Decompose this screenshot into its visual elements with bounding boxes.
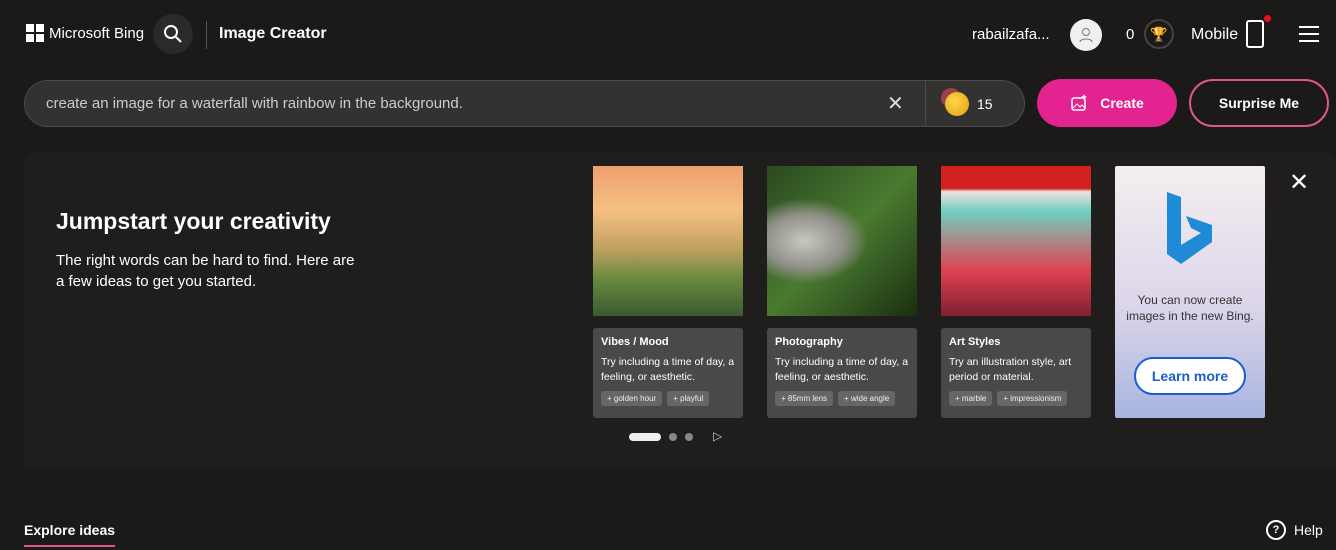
- card-title: Vibes / Mood: [601, 336, 669, 348]
- page-title[interactable]: Image Creator: [219, 25, 327, 43]
- avatar[interactable]: [1070, 19, 1102, 51]
- close-icon[interactable]: ✕: [1289, 168, 1309, 197]
- bing-logo[interactable]: Microsoft Bing: [26, 24, 144, 42]
- user-icon: [1079, 28, 1093, 43]
- header-divider: [206, 21, 207, 49]
- boost-count: 15: [977, 96, 993, 112]
- help-icon: ?: [1266, 520, 1286, 540]
- prompt-input[interactable]: create an image for a waterfall with rai…: [24, 80, 1025, 127]
- search-button[interactable]: [153, 14, 193, 54]
- rewards-points[interactable]: 0: [1126, 26, 1134, 43]
- promo-text: You can now create images in the new Bin…: [1126, 293, 1254, 323]
- search-separator: [925, 81, 926, 126]
- help-label: Help: [1294, 522, 1323, 538]
- chip-golden-hour[interactable]: + golden hour: [601, 391, 663, 406]
- idea-card-photography[interactable]: Photography Try including a time of day,…: [767, 166, 917, 418]
- help-button[interactable]: ? Help: [1266, 520, 1323, 540]
- carousel-dots[interactable]: [629, 433, 693, 441]
- search-icon: [164, 25, 182, 43]
- prompt-text[interactable]: create an image for a waterfall with rai…: [46, 95, 463, 112]
- carousel-next-icon[interactable]: ▷: [713, 429, 722, 443]
- notification-dot: [1264, 15, 1271, 22]
- chip-marble[interactable]: + marble: [949, 391, 993, 406]
- card-desc: Try including a time of day, a feeling, …: [601, 356, 735, 383]
- new-bing-promo: You can now create images in the new Bin…: [1115, 166, 1265, 418]
- idea-card-vibes[interactable]: Vibes / Mood Try including a time of day…: [593, 166, 743, 418]
- carousel-dot-3[interactable]: [685, 433, 693, 441]
- image-sparkle-icon: [1071, 94, 1088, 111]
- explore-ideas-tab[interactable]: Explore ideas: [24, 522, 115, 538]
- card-desc: Try an illustration style, art period or…: [949, 356, 1072, 383]
- brand-name: Microsoft Bing: [49, 24, 145, 42]
- jumpstart-heading: Jumpstart your creativity: [56, 208, 331, 234]
- clear-icon[interactable]: ✕: [887, 91, 904, 116]
- idea-card-art-styles[interactable]: Art Styles Try an illustration style, ar…: [941, 166, 1091, 418]
- card-title: Art Styles: [949, 336, 1001, 348]
- create-label: Create: [1100, 95, 1144, 111]
- chip-wide-angle[interactable]: + wide angle: [838, 391, 896, 406]
- card-desc: Try including a time of day, a feeling, …: [775, 356, 909, 383]
- mobile-label[interactable]: Mobile: [1191, 26, 1238, 44]
- carousel-dot-1[interactable]: [629, 433, 661, 441]
- card-image-statue: [767, 166, 917, 316]
- card-image-gas-station: [941, 166, 1091, 316]
- chip-impressionism[interactable]: + impressionism: [997, 391, 1068, 406]
- microsoft-logo-icon: [26, 24, 44, 42]
- chip-85mm-lens[interactable]: + 85mm lens: [775, 391, 834, 406]
- bing-b-icon: [1167, 192, 1212, 264]
- create-button[interactable]: Create: [1037, 79, 1177, 127]
- phone-icon[interactable]: [1246, 20, 1264, 48]
- user-name[interactable]: rabailzafa...: [972, 26, 1050, 43]
- jumpstart-text: The right words can be hard to find. Her…: [56, 252, 355, 290]
- hamburger-menu-icon[interactable]: [1299, 26, 1319, 47]
- boost-coin-icon: [945, 92, 969, 116]
- active-tab-underline: [24, 545, 115, 547]
- learn-more-button[interactable]: Learn more: [1134, 357, 1246, 395]
- carousel-dot-2[interactable]: [669, 433, 677, 441]
- rewards-trophy-icon[interactable]: 🏆: [1144, 19, 1174, 49]
- card-image-balloons: [593, 166, 743, 316]
- surprise-me-button[interactable]: Surprise Me: [1189, 79, 1329, 127]
- card-title: Photography: [775, 336, 843, 348]
- chip-playful[interactable]: + playful: [667, 391, 710, 406]
